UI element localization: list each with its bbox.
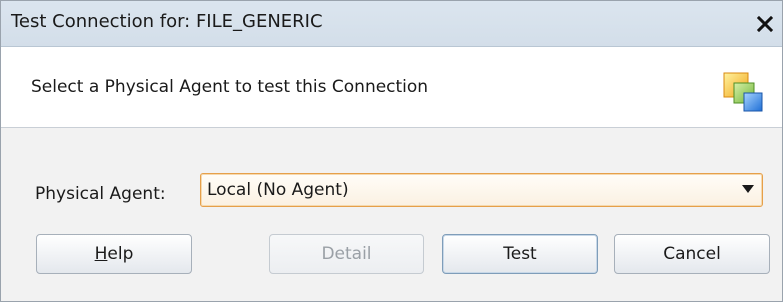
help-button[interactable]: Help [36,234,192,274]
test-label: Test [503,244,537,264]
help-mnemonic: H [94,244,108,264]
physical-agent-value: Local (No Agent) [207,180,349,200]
detail-button[interactable]: Detail [269,234,424,274]
help-label-rest: elp [107,244,134,264]
dialog-title: Test Connection for: FILE_GENERIC [11,11,323,32]
cancel-label: Cancel [663,244,721,264]
physical-agent-dropdown[interactable]: Local (No Agent) [200,173,763,207]
cancel-button[interactable]: Cancel [614,234,770,274]
connection-wizard-icon [723,72,763,112]
test-button[interactable]: Test [442,234,598,274]
test-connection-dialog: Test Connection for: FILE_GENERIC Select… [0,0,783,302]
dialog-header: Select a Physical Agent to test this Con… [1,47,782,128]
physical-agent-label: Physical Agent: [35,184,166,204]
close-icon [757,16,773,32]
dialog-body: Physical Agent: Local (No Agent) Help De… [1,128,782,301]
title-bar[interactable]: Test Connection for: FILE_GENERIC [1,1,782,47]
detail-label: Detail [321,244,372,264]
chevron-down-icon[interactable] [742,185,754,193]
close-button[interactable] [754,13,776,35]
instruction-text: Select a Physical Agent to test this Con… [31,77,429,97]
